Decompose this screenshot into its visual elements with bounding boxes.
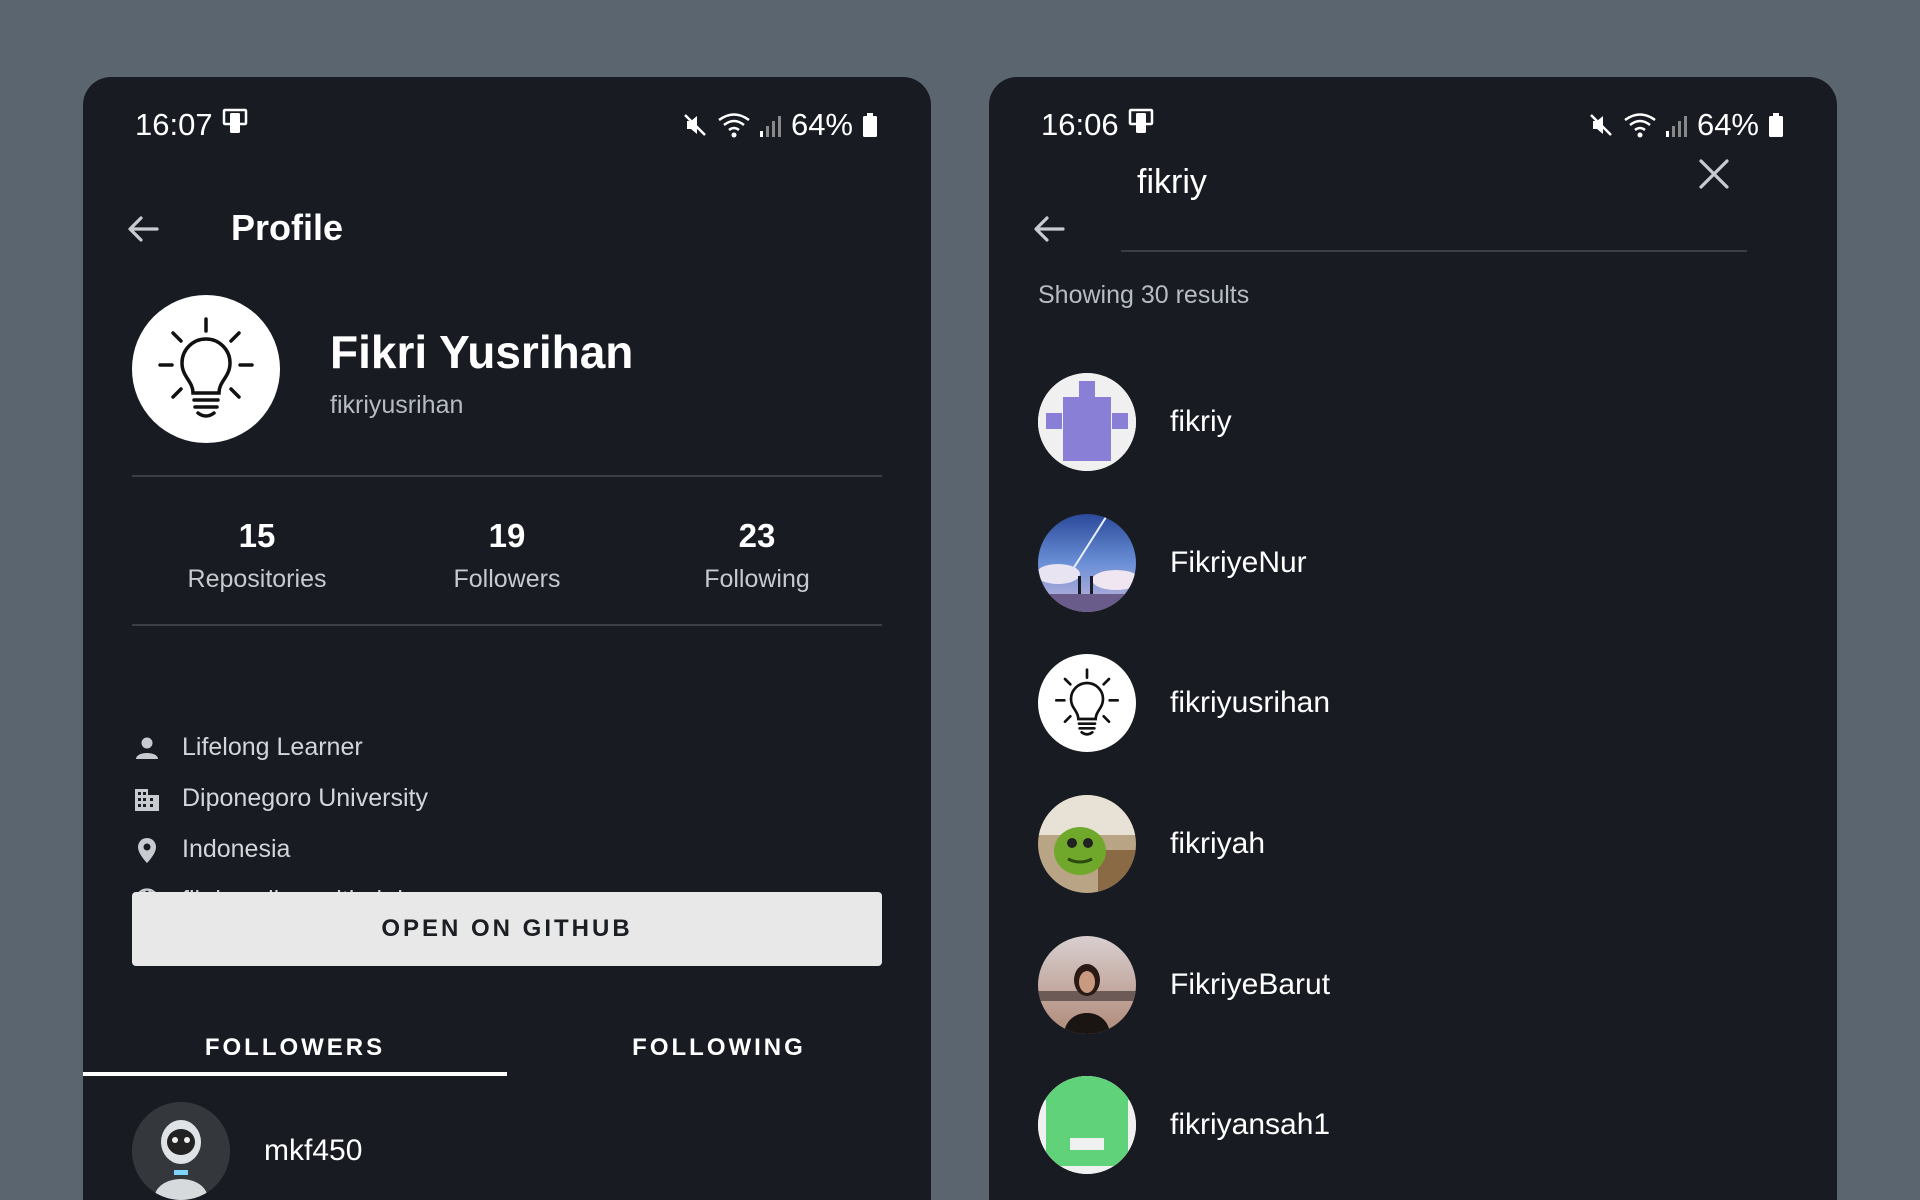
back-button[interactable] [121, 207, 165, 251]
status-time: 16:06 [1041, 107, 1119, 142]
avatar [1038, 795, 1136, 894]
list-item[interactable]: fikriy [1038, 352, 1788, 493]
arrow-left-icon [128, 216, 159, 242]
list-item[interactable]: FikriyeBarut [1038, 914, 1788, 1055]
battery-icon [1767, 111, 1785, 139]
info-text: Lifelong Learner [182, 733, 363, 761]
list-item[interactable]: fikriyansah1 [1038, 1055, 1788, 1196]
stat-label: Following [704, 565, 810, 593]
location-pin-icon [132, 835, 162, 865]
result-name: fikriy [1170, 405, 1232, 439]
avatar [1038, 373, 1136, 472]
screen-share-icon [1127, 107, 1155, 143]
info-text: Indonesia [182, 835, 291, 863]
avatar [1038, 935, 1136, 1034]
result-name: fikriyansah1 [1170, 1108, 1331, 1142]
sky-photo-avatar-icon [1038, 513, 1136, 612]
list-item[interactable]: mkf450 [132, 1102, 362, 1200]
robot-avatar-icon [132, 1102, 230, 1200]
results-count: Showing 30 results [1038, 281, 1250, 309]
result-name: fikriyusrihan [1170, 686, 1331, 720]
info-bio: Lifelong Learner [132, 722, 882, 773]
profile-screen: 16:07 64% Profile Fikri Yusrihan fikriyu… [83, 77, 931, 1200]
profile-name: Fikri Yusrihan [330, 326, 634, 378]
stat-label: Repositories [187, 565, 327, 593]
tab-followers[interactable]: FOLLOWERS [83, 1007, 507, 1089]
building-icon [132, 784, 162, 814]
clear-search-button[interactable] [1689, 149, 1739, 199]
app-bar: Profile [83, 177, 931, 287]
result-name: fikriyah [1170, 827, 1266, 861]
results-list: fikriy FikriyeNur fikriyusrihan fikriyah… [1038, 352, 1788, 1196]
wifi-icon [1623, 111, 1657, 139]
result-name: FikriyeBarut [1170, 967, 1331, 1001]
lightbulb-icon [158, 317, 254, 418]
search-screen: 16:06 64% Showing [989, 77, 1837, 1200]
divider [132, 475, 882, 477]
stat-repositories[interactable]: 15 Repositories [157, 517, 357, 594]
back-button[interactable] [1027, 207, 1071, 251]
profile-username: fikriyusrihan [330, 391, 464, 419]
arrow-left-icon [1034, 216, 1065, 242]
info-text: Diponegoro University [182, 784, 428, 812]
search-underline [1121, 250, 1747, 252]
avatar [1038, 654, 1136, 753]
avatar [132, 295, 280, 443]
list-item[interactable]: fikriyusrihan [1038, 633, 1788, 774]
status-time: 16:07 [135, 107, 213, 142]
info-location: Indonesia [132, 824, 882, 875]
lightbulb-icon [1055, 668, 1119, 737]
avatar [1038, 513, 1136, 612]
follower-name: mkf450 [264, 1134, 363, 1167]
stat-value: 23 [738, 517, 776, 554]
divider [132, 624, 882, 626]
mute-icon [1587, 111, 1615, 139]
signal-icon [759, 111, 783, 139]
battery-percent: 64% [790, 107, 853, 142]
wifi-icon [717, 111, 751, 139]
close-icon [1699, 159, 1729, 189]
signal-icon [1665, 111, 1689, 139]
screen-share-icon [221, 107, 249, 143]
status-bar: 16:07 64% [135, 107, 879, 143]
tab-indicator [83, 1072, 507, 1076]
identicon-green-icon [1038, 1076, 1136, 1175]
list-item[interactable]: fikriyah [1038, 774, 1788, 915]
page-title: Profile [231, 207, 344, 248]
result-name: FikriyeNur [1170, 545, 1307, 579]
avatar [1038, 1076, 1136, 1175]
stat-label: Followers [453, 565, 561, 593]
stats-row: 15 Repositories 19 Followers 23 Followin… [132, 517, 882, 617]
person-photo-avatar-icon [1038, 935, 1136, 1034]
identicon-purple-icon [1038, 373, 1136, 472]
battery-icon [861, 111, 879, 139]
mute-icon [681, 111, 709, 139]
search-input[interactable] [1137, 157, 1697, 207]
list-item[interactable]: FikriyeNur [1038, 493, 1788, 634]
info-company: Diponegoro University [132, 773, 882, 824]
stat-followers[interactable]: 19 Followers [407, 517, 607, 594]
tab-following[interactable]: FOLLOWING [507, 1007, 931, 1089]
stat-following[interactable]: 23 Following [657, 517, 857, 594]
avatar [132, 1102, 230, 1200]
battery-percent: 64% [1696, 107, 1759, 142]
open-on-github-button[interactable]: OPEN ON GITHUB [132, 892, 882, 966]
stat-value: 15 [238, 517, 276, 554]
status-bar: 16:06 64% [1041, 107, 1785, 143]
green-character-avatar-icon [1038, 795, 1136, 894]
person-icon [132, 733, 162, 763]
stat-value: 19 [488, 517, 526, 554]
tab-bar: FOLLOWERS FOLLOWING [83, 1007, 931, 1089]
